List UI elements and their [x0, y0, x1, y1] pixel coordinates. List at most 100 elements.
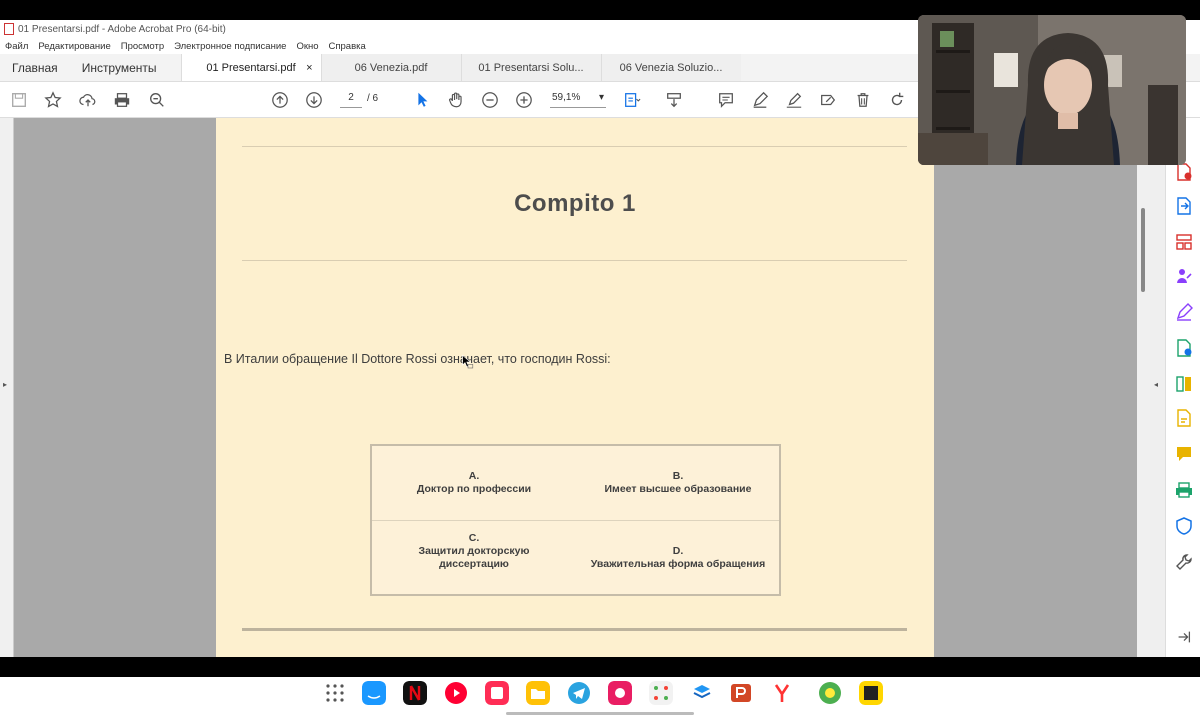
answer-d-text: Уважительная форма обращения — [590, 558, 766, 570]
menu-file[interactable]: Файл — [5, 41, 28, 52]
draw-signature-icon[interactable] — [784, 90, 804, 110]
zoom-level-select[interactable]: 59,1% ▾ — [550, 92, 606, 108]
doc-tab-06-venezia-soluzio[interactable]: 06 Venezia Soluzio... — [600, 54, 741, 81]
zoom-search-icon[interactable] — [147, 90, 167, 110]
left-panel-collapsed[interactable]: ▸ — [0, 118, 14, 657]
next-page-icon[interactable] — [304, 90, 324, 110]
scroll-mode-icon[interactable] — [664, 90, 684, 110]
tab-home[interactable]: Главная — [0, 54, 70, 81]
dots-app-icon[interactable] — [649, 681, 673, 705]
layers-app-icon[interactable] — [690, 681, 714, 705]
home-indicator[interactable] — [506, 712, 694, 715]
export-pdf-icon[interactable] — [1174, 196, 1194, 216]
menu-edit[interactable]: Редактирование — [38, 41, 110, 52]
vertical-scrollbar[interactable] — [1137, 118, 1150, 657]
answer-c-line1: Защитил докторскую — [418, 545, 530, 557]
answer-a: A. Доктор по профессии — [374, 470, 574, 496]
save-icon[interactable] — [9, 90, 29, 110]
right-panel-toggle[interactable]: ◂ — [1150, 118, 1165, 657]
scrollbar-thumb[interactable] — [1141, 208, 1145, 292]
fill-sign-icon[interactable] — [818, 90, 838, 110]
doc-tab-label: 01 Presentarsi Solu... — [478, 61, 584, 74]
doc-tab-01-presentarsi[interactable]: 01 Presentarsi.pdf × — [180, 54, 321, 81]
yandex-browser-icon[interactable] — [770, 681, 794, 705]
page-number-input[interactable]: 2 — [340, 92, 362, 108]
answer-d: D. Уважительная форма обращения — [578, 545, 778, 571]
chevron-down-icon: ▾ — [598, 92, 604, 103]
bottom-black-bar — [0, 657, 1200, 677]
heading-rule — [242, 260, 907, 261]
mouse-cursor-icon — [462, 354, 474, 369]
answer-a-text: Доктор по профессии — [416, 483, 532, 495]
answer-c: C. Защитил докторскую диссертацию — [374, 532, 574, 571]
files-folder-icon[interactable] — [526, 681, 550, 705]
notes-app-icon[interactable] — [485, 681, 509, 705]
close-tab-icon[interactable]: × — [306, 62, 312, 74]
expand-left-panel-icon[interactable]: ▸ — [3, 380, 7, 389]
page-fit-icon[interactable] — [622, 90, 642, 110]
app-dock — [0, 677, 1200, 720]
menu-window[interactable]: Окно — [296, 41, 318, 52]
zoom-out-icon[interactable] — [480, 90, 500, 110]
bottom-rule — [242, 628, 907, 631]
protect-shield-icon[interactable] — [1174, 516, 1194, 536]
tools-pane — [1165, 118, 1200, 657]
delete-icon[interactable] — [853, 90, 873, 110]
netflix-icon[interactable] — [403, 681, 427, 705]
request-signature-icon[interactable] — [1174, 266, 1194, 286]
telegram-icon[interactable] — [567, 681, 591, 705]
tab-tools[interactable]: Инструменты — [70, 54, 181, 81]
cloud-upload-icon[interactable] — [78, 90, 98, 110]
fill-and-sign-icon[interactable] — [1174, 302, 1194, 322]
collapse-right-panel-icon[interactable]: ◂ — [1154, 380, 1158, 389]
highlight-pen-icon[interactable] — [750, 90, 770, 110]
youtube-icon[interactable] — [444, 681, 468, 705]
powerpoint-icon[interactable] — [729, 681, 753, 705]
answer-d-letter: D. — [672, 545, 684, 557]
doc-tab-06-venezia[interactable]: 06 Venezia.pdf — [320, 54, 461, 81]
organize-pages-icon[interactable] — [1174, 232, 1194, 252]
hand-tool-icon[interactable] — [446, 90, 466, 110]
print-icon[interactable] — [112, 90, 132, 110]
answer-c-letter: C. — [468, 532, 480, 544]
create-pdf-icon[interactable] — [1174, 162, 1194, 182]
prime-video-icon[interactable] — [362, 681, 386, 705]
doc-tab-label: 01 Presentarsi.pdf — [206, 61, 296, 74]
comment-icon[interactable] — [716, 90, 736, 110]
doc-tab-01-presentarsi-solu[interactable]: 01 Presentarsi Solu... — [460, 54, 601, 81]
menu-help[interactable]: Справка — [329, 41, 366, 52]
previous-page-icon[interactable] — [270, 90, 290, 110]
comment-tool-icon[interactable] — [1174, 444, 1194, 464]
page-heading: Compito 1 — [514, 190, 636, 217]
apps-grid-icon[interactable] — [323, 681, 347, 705]
window-title: 01 Presentarsi.pdf - Adobe Acrobat Pro (… — [18, 23, 226, 35]
collapse-pane-icon[interactable] — [1174, 628, 1194, 646]
doc-tab-label: 06 Venezia Soluzio... — [619, 61, 723, 74]
menu-e-sign[interactable]: Электронное подписание — [174, 41, 286, 52]
document-area[interactable]: ▸ Compito 1 В Италии обращение Il Dottor… — [0, 118, 1200, 657]
yellow-app-icon[interactable] — [859, 681, 883, 705]
webcam-video-image — [918, 15, 1186, 165]
pdf-file-icon — [4, 23, 14, 35]
compare-files-icon[interactable] — [1174, 374, 1194, 394]
answer-b: B. Имеет высшее образование — [578, 470, 778, 496]
answer-b-letter: B. — [672, 470, 684, 482]
zoom-in-icon[interactable] — [514, 90, 534, 110]
top-rule — [242, 146, 907, 147]
rotate-icon[interactable] — [887, 90, 907, 110]
edit-pdf-icon[interactable] — [1174, 338, 1194, 358]
pdf-page: Compito 1 В Италии обращение Il Dottore … — [216, 118, 934, 657]
question-text: В Италии обращение Il Dottore Rossi озна… — [224, 352, 611, 366]
prepare-form-icon[interactable] — [1174, 408, 1194, 428]
answers-box: A. Доктор по профессии B. Имеет высшее о… — [370, 444, 781, 596]
star-icon[interactable] — [43, 90, 63, 110]
flower-app-icon[interactable] — [608, 681, 632, 705]
chrome-app-icon[interactable] — [818, 681, 842, 705]
answers-divider — [372, 520, 779, 521]
page-total: / 6 — [367, 93, 379, 104]
menu-view[interactable]: Просмотр — [121, 41, 164, 52]
more-tools-wrench-icon[interactable] — [1174, 552, 1194, 572]
select-cursor-icon[interactable] — [412, 90, 432, 110]
answer-b-text: Имеет высшее образование — [604, 483, 752, 495]
print-production-icon[interactable] — [1174, 480, 1194, 500]
